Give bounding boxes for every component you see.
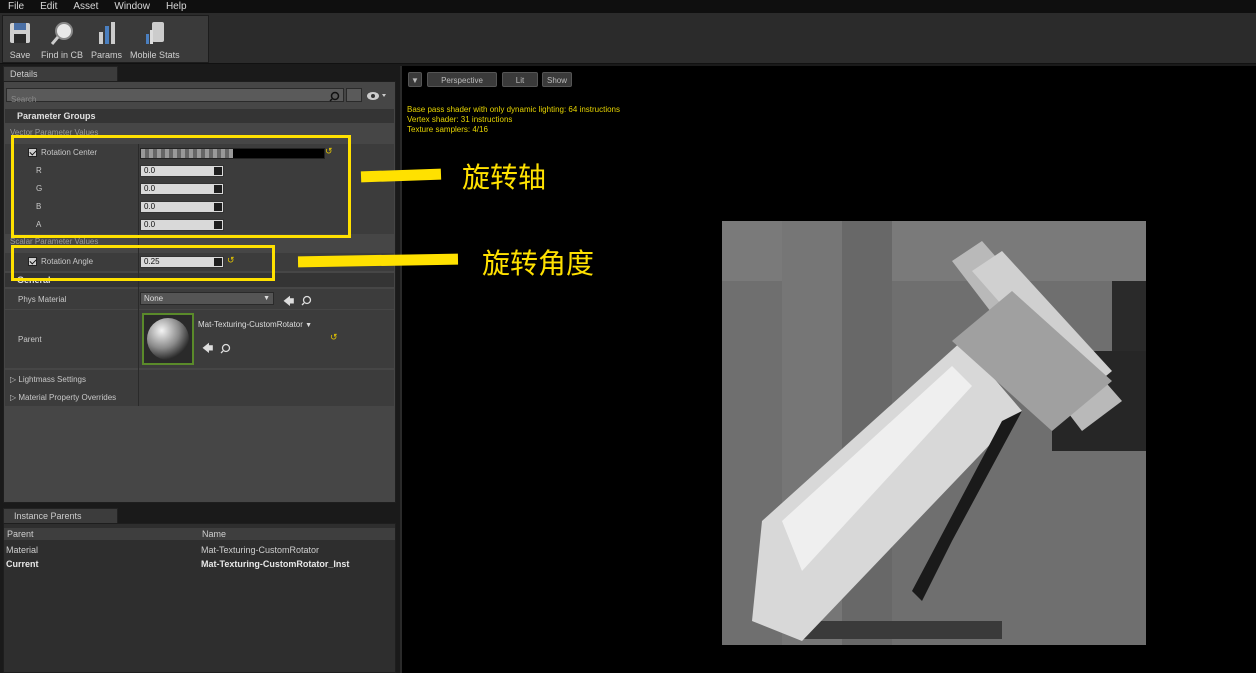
material-property-overrides-text: Material Property Overrides [18,393,117,402]
parameter-groups-header[interactable]: Parameter Groups [5,109,394,123]
search-icon[interactable] [329,89,340,102]
lightmass-settings-text: Lightmass Settings [18,375,86,384]
toolbar-group: Save Find in CB Params Mobile Stats [2,15,209,63]
search-icon[interactable] [301,293,312,306]
perspective-label: Perspective [441,76,483,85]
column-name[interactable]: Name [202,529,226,539]
arrow-left-icon[interactable]: 🡄 [202,340,213,359]
phys-material-select[interactable]: None ▼ [140,292,274,305]
parent-select[interactable]: Mat-Texturing-CustomRotator ▼ [198,320,313,332]
save-label: Save [9,50,31,60]
lit-label: Lit [515,76,525,85]
row-name-cell: Mat-Texturing-CustomRotator [201,545,320,555]
rotation-angle-highlight-box [11,245,275,281]
show-label: Show [546,76,567,85]
find-in-cb-label: Find in CB [41,50,84,60]
magnifier-icon [49,20,75,46]
params-button[interactable]: Params [87,16,126,62]
menu-window[interactable]: Window [106,0,158,13]
save-button[interactable]: Save [3,16,37,62]
details-tab-label: Details [10,69,38,79]
find-in-cb-button[interactable]: Find in CB [37,16,87,62]
mobile-stats-label: Mobile Stats [130,50,180,60]
stat-base-pass: Base pass shader with only dynamic light… [407,105,620,114]
lightmass-settings-label: ▷ Lightmass Settings [10,375,86,384]
phys-material-value: None [144,294,164,303]
show-button[interactable]: Show [542,72,572,87]
viewport-options-button[interactable]: ▼ [408,72,422,87]
rotation-center-highlight-box [11,135,351,238]
menu-help[interactable]: Help [158,0,195,13]
annotation-rotation-angle: 旋转角度 [482,247,595,280]
menu-file[interactable]: File [0,0,32,13]
search-icon[interactable] [220,341,231,354]
phys-material-label: Phys Material [18,295,67,304]
chevron-down-icon: ▼ [263,295,270,302]
tab-instance-parents[interactable]: Instance Parents [3,508,118,523]
toolbar: Save Find in CB Params Mobile Stats [0,13,1256,64]
instance-parents-tab-label: Instance Parents [14,511,82,521]
parent-thumbnail[interactable] [142,313,194,365]
material-property-overrides-label: ▷ Material Property Overrides [10,393,117,402]
column-parent[interactable]: Parent [7,529,34,539]
annotation-rotation-axis: 旋转轴 [462,161,547,194]
eye-icon[interactable] [366,89,388,101]
instance-parents-header: Parent Name [4,528,395,540]
stat-texture-samplers: Texture samplers: 4/16 [407,125,488,134]
reset-icon[interactable]: ↺ [330,332,338,343]
perspective-button[interactable]: Perspective [427,72,497,87]
save-icon [7,20,33,46]
menu-bar: File Edit Asset Window Help [0,0,1256,13]
row-parent-cell: Current [6,559,39,569]
instance-parents-panel: Parent Name Material Mat-Texturing-Custo… [3,523,396,673]
parent-label: Parent [18,335,42,344]
mobile-stats-button[interactable]: Mobile Stats [126,16,184,62]
menu-asset[interactable]: Asset [65,0,106,13]
params-label: Params [91,50,123,60]
search-placeholder: Search [11,95,37,104]
tab-details[interactable]: Details [3,66,118,81]
lit-button[interactable]: Lit [502,72,538,87]
parent-value: Mat-Texturing-CustomRotator [198,320,303,329]
material-preview-image [722,221,1146,645]
search-input[interactable]: Search [6,88,344,104]
stat-vertex-shader: Vertex shader: 31 instructions [407,115,513,124]
chevron-down-icon: ▼ [305,322,313,329]
row-name-cell: Mat-Texturing-CustomRotator_Inst [201,559,350,569]
params-icon [94,20,120,46]
mobile-stats-icon [142,20,168,46]
menu-edit[interactable]: Edit [32,0,65,13]
row-parent-cell: Material [6,545,39,555]
chevron-down-icon: ▼ [411,76,419,85]
grid-view-icon[interactable] [346,88,362,102]
